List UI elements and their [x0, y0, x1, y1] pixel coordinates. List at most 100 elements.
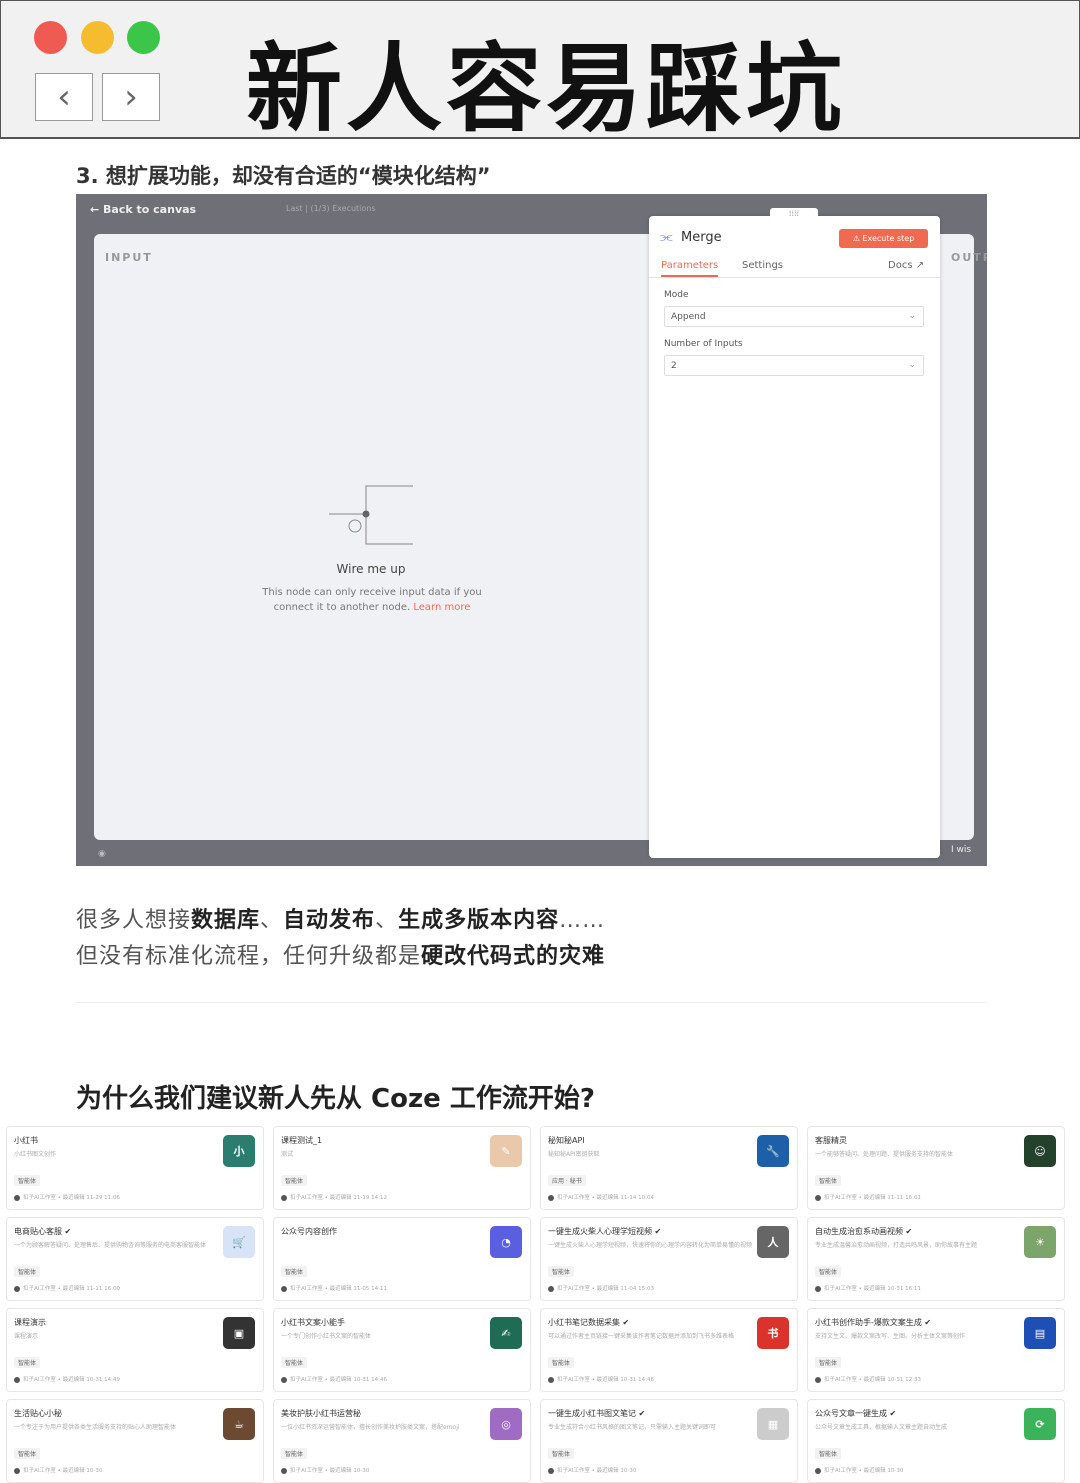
back-to-canvas-link[interactable]: ← Back to canvas [90, 203, 196, 216]
card-footer: 扣子AI工作室 • 最近编辑 11-19 14:12 [281, 1193, 387, 1201]
output-label: OUTP [951, 251, 987, 264]
wire-title: Wire me up [336, 562, 406, 576]
card-avatar-icon: ◔ [490, 1226, 522, 1258]
input-label: INPUT [105, 251, 153, 264]
card-avatar-icon: ✍ [490, 1317, 522, 1349]
merge-icon: ⫘ [660, 229, 673, 245]
bot-card[interactable]: 客服精灵 一个能够答疑问、处理问题、提供服务支持的智能体 智能体 扣子AI工作室 • … [807, 1126, 1065, 1210]
card-footer: 扣子AI工作室 • 最近编辑 10-30 [14, 1466, 102, 1474]
bot-card[interactable]: 生活贴心小秘一个专注于为用户提供各类生活服务支持的贴心人助理智能体智能体扣子AI… [6, 1399, 264, 1483]
card-tag: 智能体 [281, 1357, 308, 1368]
section-heading: 为什么我们建议新人先从 Coze 工作流开始? [76, 1084, 595, 1114]
card-description: 课程演示 [14, 1333, 39, 1340]
card-description: 一个专注于为用户提供各类生活服务支持的贴心人助理智能体 [14, 1424, 177, 1431]
back-button[interactable]: ‹ [35, 73, 93, 121]
card-tag: 应用 · 秘书 [548, 1175, 586, 1186]
card-title: 客服精灵 [815, 1136, 847, 1145]
card-footer: 扣子AI工作室 • 最近编辑 11-11 16:01 [815, 1193, 921, 1201]
card-title: 课程演示 [14, 1318, 46, 1327]
card-description: 一键生成火柴人心理学短视频，快速将你的心理学内容转化为简单易懂的视频 [548, 1242, 753, 1249]
card-tag: 智能体 [14, 1357, 41, 1368]
close-window-button[interactable] [34, 21, 67, 54]
card-description: 一个为顾客解答疑问、处理售后、提供购物咨询等服务的电商客服智能体 [14, 1242, 207, 1249]
bot-card[interactable]: 小红书创作助手-爆款文案生成 ✔ 支持文生文、爆款文案改写、生图、分析主体文案等创… [807, 1308, 1065, 1392]
bot-card[interactable]: 秘知秘API 秘知秘API密钥获取 应用 · 秘书 扣子AI工作室 • 最近编辑 11… [540, 1126, 798, 1210]
minimize-window-button[interactable] [81, 21, 114, 54]
card-footer: 扣子AI工作室 • 最近编辑 10-30 [548, 1466, 636, 1474]
bot-card[interactable]: 美妆护肤小红书运营秘 一位小红书资深运营智能体，擅长创作美妆护肤类文案，搭配emo… [273, 1399, 531, 1483]
chevron-right-icon: › [124, 77, 138, 117]
card-description: 测试 [281, 1151, 294, 1158]
card-avatar-icon: ☀ [1024, 1226, 1056, 1258]
card-title: 小红书 [14, 1136, 38, 1145]
bot-card[interactable]: 小红书 小红书图文创作 智能体 扣子AI工作室 • 最近编辑 11-29 11:06 小 [6, 1126, 264, 1210]
card-tag: 智能体 [281, 1175, 308, 1186]
chevron-left-icon: ‹ [57, 77, 71, 117]
card-avatar-icon: ◎ [490, 1408, 522, 1440]
execute-step-button[interactable]: ⚠ Execute step [839, 229, 928, 248]
executions-hint: Last | (1/3) Executions [286, 204, 376, 213]
bot-card[interactable]: 课程测试_1 测试智能体扣子AI工作室 • 最近编辑 11-19 14:12 ✎ [273, 1126, 531, 1210]
card-tag: 智能体 [281, 1448, 308, 1459]
forward-button[interactable]: › [102, 73, 160, 121]
tab-divider [649, 277, 940, 278]
card-title: 美妆护肤小红书运营秘 [281, 1409, 361, 1418]
card-tag: 智能体 [548, 1266, 575, 1277]
card-tag: 智能体 [548, 1448, 575, 1459]
card-description [281, 1241, 489, 1259]
mode-label: Mode [664, 290, 689, 300]
card-description: 可以通过作者主页链接一键采集该作者笔记数据并添加到飞书多维表格 [548, 1333, 735, 1340]
card-title: 小红书笔记数据采集 ✔ [548, 1318, 630, 1327]
n8n-screenshot: ← Back to canvas Last | (1/3) Executions… [76, 194, 987, 866]
card-title: 公众号内容创作 [281, 1227, 337, 1236]
bot-card[interactable]: 课程演示 课程演示 智能体 扣子AI工作室 • 最近编辑 10-31 14:49 ▣ [6, 1308, 264, 1392]
card-tag: 智能体 [548, 1357, 575, 1368]
tab-docs[interactable]: Docs ↗ [888, 260, 924, 271]
avatar: ◉ [98, 849, 106, 859]
card-avatar-icon: ✎ [490, 1135, 522, 1167]
card-description: 公众号文章生成工具，根据输入文章主题自动生成 [815, 1424, 948, 1431]
bot-card[interactable]: 公众号文章一键生成 ✔ 公众号文章生成工具，根据输入文章主题自动生成 智能体 扣子AI… [807, 1399, 1065, 1483]
card-title: 小红书文案小能手 [281, 1318, 345, 1327]
section-heading-3: 3. 想扩展功能，却没有合适的“模块化结构” [76, 164, 491, 188]
card-title: 课程测试_1 [281, 1136, 323, 1145]
bot-card[interactable]: 一键生成火柴人心理学短视频 ✔ 一键生成火柴人心理学短视频，快速将你的心理学内容转… [540, 1217, 798, 1301]
card-footer: 扣子AI工作室 • 最近编辑 10-30 [281, 1466, 369, 1474]
tab-settings[interactable]: Settings [742, 260, 783, 271]
card-title: 一键生成火柴人心理学短视频 ✔ [548, 1227, 662, 1236]
paragraph-line-2: 但没有标准化流程，任何升级都是硬改代码式的灾难 [76, 944, 606, 969]
card-footer: 扣子AI工作室 • 最近编辑 11-04 15:03 [548, 1284, 654, 1292]
inputs-select[interactable]: 2 ⌄ [664, 355, 924, 376]
card-title: 小红书创作助手-爆款文案生成 ✔ [815, 1318, 932, 1327]
drag-handle[interactable]: ⁞⁞⁞⁞ [770, 208, 818, 220]
card-footer: 扣子AI工作室 • 最近编辑 11-05 14:11 [281, 1284, 387, 1292]
maximize-window-button[interactable] [127, 21, 160, 54]
card-tag: 智能体 [281, 1266, 308, 1277]
bot-card[interactable]: 一键生成小红书图文笔记 ✔ 专业生成符合小红书风格的图文笔记，只需输入主题关键词即… [540, 1399, 798, 1483]
bot-card[interactable]: 自动生成治愈系动画视频 ✔ 专业生成温馨治愈动画视频，打造共鸣风景，助你故事有主题… [807, 1217, 1065, 1301]
card-tag: 智能体 [14, 1448, 41, 1459]
card-tag: 智能体 [815, 1448, 842, 1459]
bot-card[interactable]: 公众号内容创作 智能体扣子AI工作室 • 最近编辑 11-05 14:11 ◔ [273, 1217, 531, 1301]
card-description: 小红书图文创作 [14, 1151, 57, 1158]
feedback-hint: I wis [951, 845, 972, 855]
card-footer: 扣子AI工作室 • 最近编辑 10-31 16:11 [815, 1284, 921, 1292]
learn-more-link[interactable]: Learn more [413, 602, 470, 613]
card-avatar-icon: ▤ [1024, 1317, 1056, 1349]
bot-card[interactable]: 电商贴心客服 ✔ 一个为顾客解答疑问、处理售后、提供购物咨询等服务的电商客服智能体… [6, 1217, 264, 1301]
card-tag: 智能体 [815, 1357, 842, 1368]
card-avatar-icon: 人 [757, 1226, 789, 1258]
card-footer: 扣子AI工作室 • 最近编辑 10-31 12:33 [815, 1375, 921, 1383]
tab-parameters[interactable]: Parameters [661, 260, 719, 277]
card-title: 生活贴心小秘 [14, 1409, 62, 1418]
mode-select[interactable]: Append ⌄ [664, 306, 924, 327]
card-footer: 扣子AI工作室 • 最近编辑 11-29 11:06 [14, 1193, 120, 1201]
bot-card[interactable]: 小红书笔记数据采集 ✔ 可以通过作者主页链接一键采集该作者笔记数据并添加到飞书多维… [540, 1308, 798, 1392]
card-avatar-icon: 🛒 [223, 1226, 255, 1258]
card-tag: 智能体 [815, 1266, 842, 1277]
card-footer: 扣子AI工作室 • 最近编辑 11-14 10:04 [548, 1193, 654, 1201]
card-tag: 智能体 [14, 1175, 41, 1186]
chevron-down-icon: ⌄ [908, 360, 916, 370]
card-description: 支持文生文、爆款文案改写、生图、分析主体文案等创作 [815, 1333, 966, 1340]
bot-card[interactable]: 小红书文案小能手 一个专门创作小红书文案的智能体 智能体 扣子AI工作室 • 最近编辑… [273, 1308, 531, 1392]
